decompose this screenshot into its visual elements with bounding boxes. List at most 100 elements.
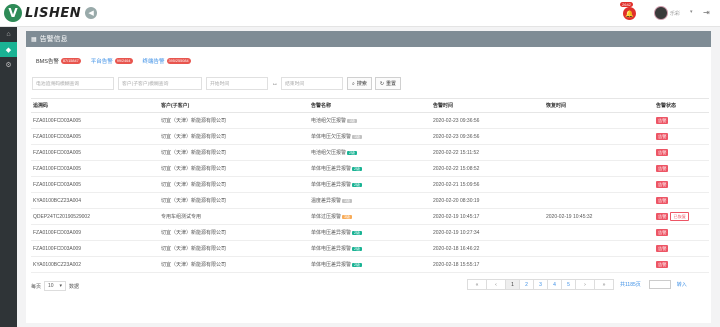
cell-alarm: 单体电压差异报警 2级 — [309, 256, 431, 273]
alarm-count-badge: 2642 — [620, 2, 633, 7]
level-badge: 1级 — [347, 119, 357, 123]
cell-customer: 专用车组测试专用 — [159, 208, 309, 225]
range-separator: ↔ — [272, 80, 278, 87]
total-pages: 共1185页 — [620, 282, 641, 288]
search-button[interactable]: ⌕ 搜索 — [347, 77, 372, 90]
cell-code: FZA0100FCD03A009 — [31, 240, 159, 257]
table-row[interactable]: FZA0100FCD03A005 切宜（天津）新能源有限公司 单体电压差异报警 2级 2… — [31, 176, 709, 193]
tab-platform[interactable]: 平台告警 99/2464 — [91, 57, 133, 65]
page-button[interactable]: 3 — [533, 279, 548, 290]
table-row[interactable]: FZA0100FCD03A005 切宜（天津）新能源有限公司 电池组欠压报警 2级 20… — [31, 144, 709, 161]
table-header-row: 追溯码 客户(子客户) 告警名称 告警时间 恢复时间 告警状态 — [31, 98, 709, 113]
cell-time: 2020-02-19 10:45:17 — [431, 208, 544, 225]
level-badge: 1级 — [352, 135, 362, 139]
page-next-button[interactable]: › — [575, 279, 595, 290]
cell-recover — [544, 112, 654, 129]
table-row[interactable]: KYA0100BCZ23A002 切宜（天津）新能源有限公司 单体电压差异报警 2级 2… — [31, 256, 709, 273]
customer-input[interactable]: 客户(子客户)模糊查询 — [118, 77, 202, 90]
table-row[interactable]: FZA0100FCD03A009 切宜（天津）新能源有限公司 单体电压差异报警 2级 2… — [31, 240, 709, 257]
chevron-down-icon: ▾ — [59, 283, 63, 289]
page-button[interactable]: 2 — [519, 279, 534, 290]
cell-alarm: 单体电压差异报警 2级 — [309, 176, 431, 193]
table-row[interactable]: FZA0100FCD03A005 切宜（天津）新能源有限公司 电池组欠压报警 1级 20… — [31, 112, 709, 129]
gear-icon: ⚙ — [5, 61, 12, 69]
alarm-name: 电池组欠压报警 — [311, 118, 347, 124]
menu-toggle-icon[interactable]: ◀ — [85, 7, 98, 19]
start-time-input[interactable]: 开始时间 — [206, 77, 268, 90]
page-button[interactable]: 4 — [547, 279, 562, 290]
page-last-button[interactable]: » — [594, 279, 614, 290]
top-bar: V LISHEN ◀ 🔔 2642 乐彩 ▾ ⇥ — [0, 0, 720, 27]
per-page-suffix: 数据 — [69, 283, 80, 290]
user-name[interactable]: 乐彩 — [670, 10, 680, 17]
alarm-name: 单体过压报警 — [311, 214, 342, 220]
cell-customer: 切宜（天津）新能源有限公司 — [159, 256, 309, 273]
goto-page-input[interactable] — [648, 280, 671, 289]
cell-time: 2020-02-23 09:36:56 — [431, 128, 544, 145]
cell-code: FZA0100FCD03A005 — [31, 176, 159, 193]
level-badge: 2级 — [352, 167, 362, 171]
page-first-button[interactable]: « — [467, 279, 487, 290]
cell-recover — [544, 128, 654, 145]
cell-code: FZA0100FCD03A005 — [31, 128, 159, 145]
refresh-icon: ↻ — [379, 80, 385, 87]
alarm-bell-icon[interactable]: 🔔 — [623, 7, 636, 20]
table-row[interactable]: FZA0100FCD03A005 切宜（天津）新能源有限公司 单体电压欠压报警 1级 2… — [31, 128, 709, 145]
status-badge: 告警 — [656, 228, 669, 236]
alarm-name: 电池组欠压报警 — [311, 150, 347, 156]
page-button[interactable]: 1 — [505, 279, 520, 290]
cell-status: 告警 — [654, 176, 709, 193]
table-row[interactable]: FZA0100FCD03A005 切宜（天津）新能源有限公司 单体电压差异报警 2级 2… — [31, 160, 709, 177]
cell-status: 告警 — [654, 256, 709, 273]
avatar[interactable] — [654, 6, 668, 20]
search-button-label: 搜索 — [356, 81, 367, 87]
col-header-recover[interactable]: 恢复时间 — [544, 98, 654, 113]
status-badge: 告警 — [656, 260, 669, 268]
sidebar-item-home[interactable]: ⌂ — [0, 27, 17, 42]
sidebar-item-alarm[interactable]: ◆ — [0, 42, 17, 57]
page-size-value: 10 — [48, 283, 54, 289]
diamond-icon: ◆ — [5, 46, 12, 54]
status-badge: 告警 — [656, 180, 669, 188]
cell-alarm: 温度差异报警 1级 — [309, 192, 431, 209]
cell-code: FZA0100FCD03A005 — [31, 160, 159, 177]
page-prev-button[interactable]: ‹ — [486, 279, 506, 290]
cell-code: FZA0100FCD03A009 — [31, 224, 159, 241]
status-badge: 告警 — [656, 196, 669, 204]
level-badge: 2级 — [352, 231, 362, 235]
page-button[interactable]: 5 — [561, 279, 576, 290]
reset-button[interactable]: ↻ 重置 — [374, 77, 402, 90]
alarm-name: 单体电压差异报警 — [311, 262, 352, 268]
chevron-down-icon[interactable]: ▾ — [690, 9, 693, 15]
table-row[interactable]: KYA0100BCZ23A004 切宜（天津）新能源有限公司 温度差异报警 1级 202… — [31, 192, 709, 209]
cell-status: 告警 — [654, 144, 709, 161]
status-badge: 告警 — [656, 116, 669, 124]
panel-icon: ▦ — [31, 36, 37, 43]
level-badge: 3级 — [342, 215, 352, 219]
panel-title: 告警信息 — [39, 36, 68, 43]
end-time-input[interactable]: 结束时间 — [281, 77, 343, 90]
goto-button[interactable]: 转入 — [677, 281, 687, 288]
tab-bms[interactable]: BMS告警 87/15847 — [36, 57, 81, 65]
cell-status: 告警 — [654, 160, 709, 177]
battery-code-input[interactable]: 电池追溯码模糊查询 — [32, 77, 114, 90]
col-header-alarm[interactable]: 告警名称 — [309, 98, 431, 113]
col-header-time[interactable]: 告警时间 — [431, 98, 544, 113]
cell-recover: 2020-02-19 10:45:32 — [544, 208, 654, 225]
status-badge: 告警 — [656, 244, 669, 252]
cell-recover — [544, 224, 654, 241]
col-header-status[interactable]: 告警状态 — [654, 98, 709, 113]
table-row[interactable]: QDEP24TC20190529002 专用车组测试专用 单体过压报警 3级 2020-… — [31, 208, 709, 225]
col-header-customer[interactable]: 客户(子客户) — [159, 98, 309, 113]
tab-terminal[interactable]: 终端告警 395/255084 — [143, 57, 191, 65]
cell-customer: 切宜（天津）新能源有限公司 — [159, 176, 309, 193]
logout-icon[interactable]: ⇥ — [703, 8, 710, 17]
cell-recover — [544, 192, 654, 209]
home-icon: ⌂ — [6, 31, 11, 38]
sidebar-item-settings[interactable]: ⚙ — [0, 57, 17, 72]
page-size-select[interactable]: 10 ▾ — [44, 281, 67, 291]
tab-label: 平台告警 — [90, 59, 113, 65]
col-header-code[interactable]: 追溯码 — [31, 98, 159, 113]
brand-logo[interactable]: V LISHEN ◀ — [4, 4, 98, 22]
table-row[interactable]: FZA0100FCD03A009 切宜（天津）新能源有限公司 单体电压差异报警 2级 2… — [31, 224, 709, 241]
